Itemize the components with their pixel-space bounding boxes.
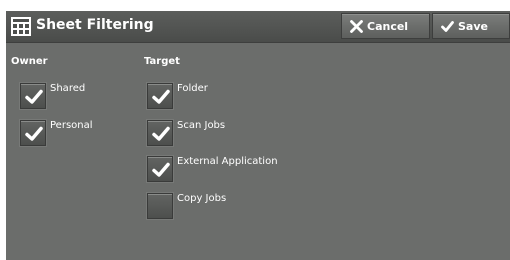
owner-section-label: Owner	[11, 56, 48, 67]
owner-personal-checkbox[interactable]	[20, 120, 46, 146]
checkmark-icon	[441, 21, 454, 32]
page-title: Sheet Filtering	[36, 17, 154, 33]
cancel-button-label: Cancel	[367, 20, 409, 33]
target-external-application-option[interactable]: External Application	[147, 156, 347, 186]
target-scan-jobs-option[interactable]: Scan Jobs	[147, 120, 347, 150]
target-folder-label: Folder	[177, 83, 208, 94]
target-section-label: Target	[144, 56, 180, 67]
close-icon	[350, 20, 363, 33]
target-copy-jobs-option[interactable]: Copy Jobs	[147, 193, 347, 223]
target-external-application-label: External Application	[177, 156, 278, 167]
owner-shared-label: Shared	[50, 83, 86, 94]
owner-personal-label: Personal	[50, 120, 93, 131]
target-folder-option[interactable]: Folder	[147, 83, 347, 113]
owner-shared-checkbox[interactable]	[20, 83, 46, 109]
sheet-filter-icon	[11, 17, 31, 36]
target-copy-jobs-checkbox[interactable]	[147, 193, 173, 219]
save-button[interactable]: Save	[432, 13, 510, 39]
cancel-button[interactable]: Cancel	[341, 13, 430, 39]
checkmark-icon	[25, 89, 43, 104]
target-scan-jobs-checkbox[interactable]	[147, 120, 173, 146]
sheet-filtering-screen: Sheet Filtering Cancel Save Owner Target…	[6, 11, 510, 260]
owner-shared-option[interactable]: Shared	[20, 83, 130, 113]
title-bar: Sheet Filtering Cancel Save	[6, 11, 510, 43]
target-folder-checkbox[interactable]	[147, 83, 173, 109]
checkmark-icon	[152, 162, 170, 177]
target-copy-jobs-label: Copy Jobs	[177, 193, 227, 204]
checkmark-icon	[152, 89, 170, 104]
checkmark-icon	[25, 126, 43, 141]
checkmark-icon	[152, 126, 170, 141]
owner-personal-option[interactable]: Personal	[20, 120, 130, 150]
save-button-label: Save	[458, 20, 488, 33]
target-external-application-checkbox[interactable]	[147, 156, 173, 182]
target-scan-jobs-label: Scan Jobs	[177, 120, 226, 131]
